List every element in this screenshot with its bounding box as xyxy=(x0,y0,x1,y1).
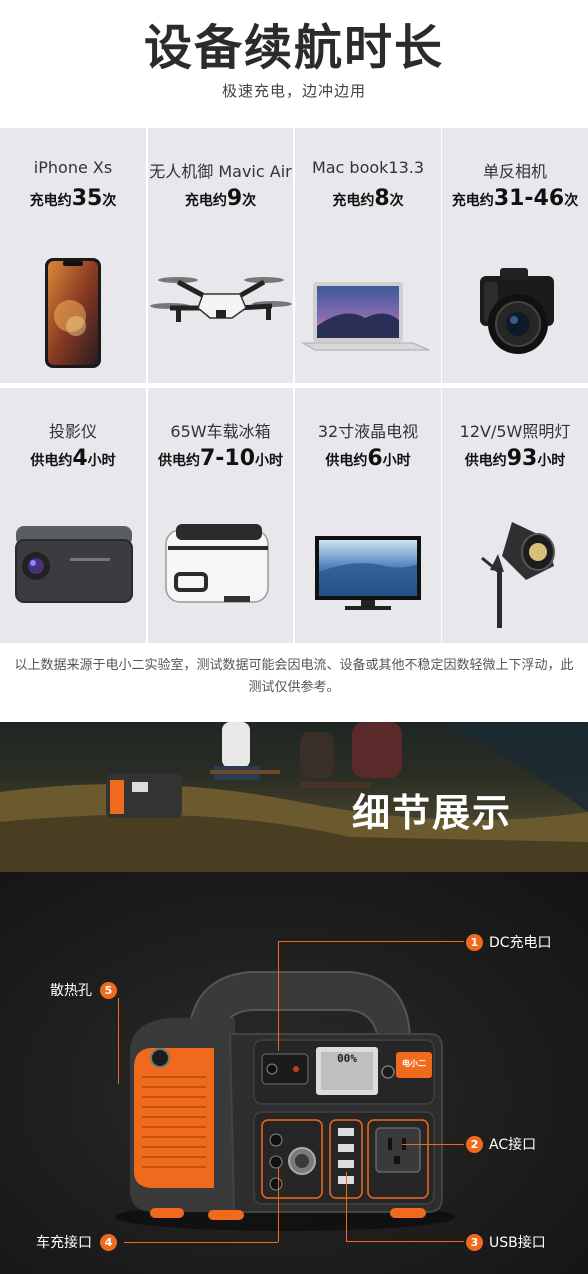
callout-number: 2 xyxy=(466,1135,483,1153)
device-card-iphone: iPhone Xs 充电约35次 xyxy=(0,128,146,383)
device-card-car-fridge: 65W车载冰箱 供电约7-10小时 xyxy=(148,388,293,643)
device-card-laptop: Mac book13.3 充电约8次 xyxy=(295,128,441,383)
leader-line-car-vertical xyxy=(278,1168,279,1242)
device-name: 投影仪 xyxy=(48,422,97,441)
page-subtitle: 极速充电，边冲边用 xyxy=(221,82,366,100)
device-name: 65W车载冰箱 xyxy=(170,422,271,441)
device-stat: 充电约9次 xyxy=(184,186,257,211)
callout-usb-port: 3 USB接口 xyxy=(466,1232,546,1252)
device-card-drone: 无人机御 Mavic Air 充电约9次 xyxy=(148,128,293,383)
leader-line-dc xyxy=(278,941,464,942)
leader-line-usb xyxy=(346,1241,464,1242)
leader-line-car xyxy=(124,1242,278,1243)
laptop-icon xyxy=(301,282,430,351)
product-detail-section: 00% 电小二 1 DC充电口 2 AC接口 3 USB接口 车充接口 4 散热… xyxy=(0,872,588,1274)
outdoor-banner: 细节展示 xyxy=(0,722,588,872)
device-stat: 供电约93小时 xyxy=(464,446,566,471)
device-name: 12V/5W照明灯 xyxy=(459,422,571,441)
callout-number: 1 xyxy=(466,933,483,951)
device-card-spotlight: 12V/5W照明灯 供电约93小时 xyxy=(442,388,588,643)
leader-line-vent xyxy=(118,998,119,1084)
brand-logo: 电小二 xyxy=(402,1059,426,1068)
callout-vent: 散热孔 5 xyxy=(50,980,117,1000)
callout-car-charger-port: 车充接口 4 xyxy=(36,1232,117,1252)
callout-label: DC充电口 xyxy=(489,935,552,951)
spotlight-icon xyxy=(481,522,555,628)
device-card-tv: 32寸液晶电视 供电约6小时 xyxy=(295,388,441,643)
detail-showcase-title: 细节展示 xyxy=(352,791,513,835)
page-title: 设备续航时长 xyxy=(143,20,444,76)
device-stat: 充电约35次 xyxy=(29,186,117,211)
leader-line-usb-vertical xyxy=(346,1172,347,1241)
callout-dc-port: 1 DC充电口 xyxy=(466,932,552,952)
device-card-camera: 单反相机 充电约31-46次 xyxy=(442,128,588,383)
device-name: 32寸液晶电视 xyxy=(317,422,419,441)
device-stat: 供电约6小时 xyxy=(325,446,411,471)
tv-icon xyxy=(315,536,421,610)
callout-number: 5 xyxy=(100,981,117,999)
callout-ac-port: 2 AC接口 xyxy=(466,1134,536,1154)
camera-icon xyxy=(480,268,554,354)
device-name: 无人机御 Mavic Air xyxy=(149,162,292,181)
callout-number: 3 xyxy=(466,1233,483,1251)
device-name: 单反相机 xyxy=(482,162,547,181)
car-fridge-icon xyxy=(165,524,269,603)
device-card-projector: 投影仪 供电约4小时 xyxy=(0,388,146,643)
header: 设备续航时长 极速充电，边冲边用 xyxy=(0,0,588,128)
leader-line-ac xyxy=(402,1144,464,1145)
device-grid: iPhone Xs 充电约35次 无人机御 Mavic Air 充电约9次 Ma… xyxy=(0,128,588,643)
display-readout: 00% xyxy=(337,1052,357,1065)
callout-label: AC接口 xyxy=(489,1137,537,1153)
callout-number: 4 xyxy=(100,1233,117,1251)
device-stat: 供电约4小时 xyxy=(30,446,116,471)
callout-label: 散热孔 xyxy=(50,983,92,999)
device-name: iPhone Xs xyxy=(33,158,113,177)
device-name: Mac book13.3 xyxy=(311,158,425,177)
callout-label: 车充接口 xyxy=(36,1235,92,1251)
smartphone-icon xyxy=(45,258,101,368)
drone-icon xyxy=(150,277,292,322)
device-stat: 充电约8次 xyxy=(332,186,404,211)
test-disclaimer: 以上数据来源于电小二实验室，测试数据可能会因电流、设备或其他不稳定因数轻微上下浮… xyxy=(14,658,574,695)
device-stat: 充电约31-46次 xyxy=(451,186,579,211)
leader-line-dc-vertical xyxy=(278,941,279,1051)
callout-label: USB接口 xyxy=(489,1235,546,1251)
device-stat: 供电约7-10小时 xyxy=(157,446,284,471)
projector-icon xyxy=(15,526,133,603)
